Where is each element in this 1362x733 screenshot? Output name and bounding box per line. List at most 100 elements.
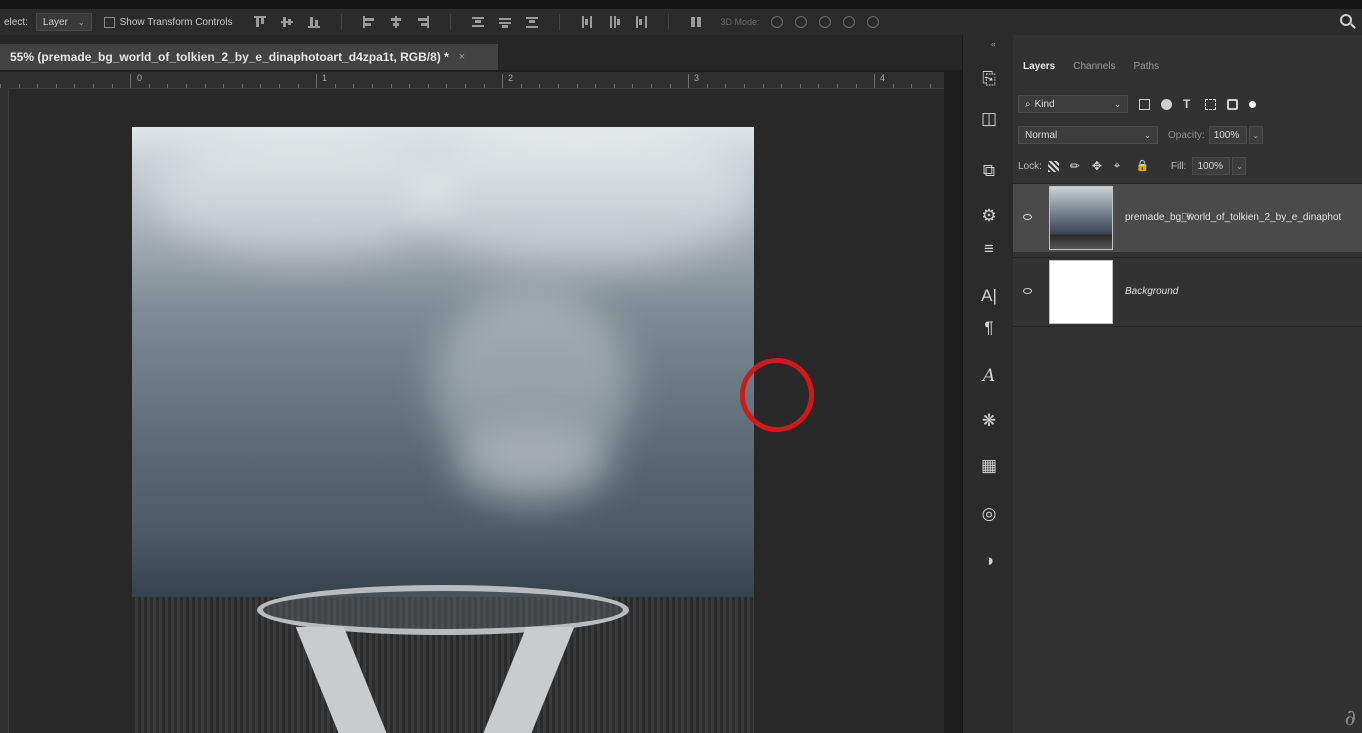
align-left-icon[interactable] [363, 16, 375, 28]
layer-row[interactable]: Background [1013, 257, 1362, 326]
align-right-icon[interactable] [417, 16, 430, 28]
ruler-tick [856, 84, 857, 88]
separator [668, 14, 670, 30]
lock-paint-icon[interactable]: ✏ [1070, 160, 1081, 172]
filter-kind-dropdown[interactable]: ⌕ Kind ⌄ [1018, 95, 1128, 113]
separator [341, 14, 343, 30]
layer-divider [1013, 326, 1362, 327]
hand-cursor-icon: ☞ [1181, 208, 1194, 224]
show-transform-checkbox[interactable] [103, 16, 115, 28]
fill-label: Fill: [1170, 160, 1187, 172]
filter-type-icon[interactable]: T [1183, 98, 1194, 110]
visibility-eye-icon[interactable] [1023, 214, 1032, 220]
orbit-3d-icon[interactable] [771, 16, 784, 28]
character-icon[interactable]: A| [978, 285, 1000, 307]
panel-tabs: Layers Channels Paths [1013, 52, 1362, 80]
visibility-eye-icon[interactable] [1023, 288, 1032, 294]
cc-libraries-icon[interactable]: ◎ [978, 503, 1000, 525]
ruler-tick [74, 84, 75, 88]
ruler-tick [335, 84, 336, 88]
chevron-down-icon: ⌄ [1114, 99, 1121, 109]
distribute-top-icon[interactable] [472, 16, 485, 28]
brush-settings-icon[interactable]: ⚙ [978, 205, 1000, 227]
opacity-input[interactable]: 100% [1208, 126, 1247, 144]
ruler-tick [930, 84, 931, 88]
grid-icon[interactable]: ▦ [978, 455, 1000, 477]
lock-label: Lock: [1018, 160, 1042, 172]
ruler-tick [539, 84, 540, 88]
lock-transparent-icon[interactable] [1047, 160, 1059, 172]
filter-toggle-icon[interactable] [1249, 100, 1256, 108]
opacity-chevron-icon[interactable]: ⌄ [1248, 126, 1263, 144]
ruler-tick [260, 84, 261, 88]
libraries-icon[interactable]: ⧉ [978, 160, 1000, 182]
distribute-bottom-icon[interactable] [526, 16, 539, 28]
ruler-tick [446, 84, 447, 88]
separator [450, 14, 452, 30]
document-tab[interactable]: 55% (premade_bg_world_of_tolkien_2_by_e_… [0, 44, 498, 70]
blend-mode-dropdown[interactable]: Normal ⌄ [1018, 126, 1158, 144]
watermark-logo: ∂ [1344, 706, 1356, 731]
distribute-right-icon[interactable] [635, 16, 648, 28]
collapse-icon[interactable]: « [991, 39, 996, 49]
tab-paths[interactable]: Paths [1134, 61, 1160, 72]
select-label: elect: [4, 16, 28, 28]
paragraph-icon[interactable]: ¶ [978, 317, 1000, 339]
ruler-tick [521, 84, 522, 88]
slide-3d-icon[interactable] [843, 16, 856, 28]
fill-input[interactable]: 100% [1192, 157, 1231, 175]
distribute-vcenter-icon[interactable] [499, 16, 512, 28]
ruler-tick [130, 74, 131, 88]
filter-pixel-icon[interactable] [1139, 98, 1150, 110]
ruler-tick [893, 84, 894, 88]
ruler-label: 2 [508, 73, 514, 83]
ruler-tick [595, 84, 596, 88]
lock-all-icon[interactable]: 🔒 [1136, 160, 1150, 172]
roll-3d-icon[interactable] [795, 16, 808, 28]
layer-row[interactable]: premade_bg_world_of_tolkien_2_by_e_dinap… [1013, 183, 1362, 252]
align-bottom-icon[interactable] [308, 16, 321, 28]
filter-adjustment-icon[interactable] [1161, 98, 1172, 110]
adjust-icon[interactable]: ≡ [978, 238, 1000, 260]
lock-position-icon[interactable]: ✥ [1092, 160, 1103, 172]
layer-name[interactable]: premade_bg_world_of_tolkien_2_by_e_dinap… [1125, 212, 1341, 223]
tab-channels[interactable]: Channels [1073, 61, 1115, 72]
ruler-tick [837, 84, 838, 88]
align-top-icon[interactable] [254, 16, 267, 28]
swatches-icon[interactable]: ❋ [978, 410, 1000, 432]
ruler-tick [670, 84, 671, 88]
pan-3d-icon[interactable] [819, 16, 832, 28]
fill-chevron-icon[interactable]: ⌄ [1232, 157, 1247, 175]
lock-row: Lock: ✏ ✥ ⌖ 🔒 Fill: 100% ⌄ [1018, 155, 1358, 177]
document-canvas-image[interactable] [132, 127, 754, 733]
ruler-tick [279, 84, 280, 88]
distribute-left-icon[interactable] [581, 16, 593, 28]
select-target-value: Layer [42, 16, 68, 28]
ruler-tick [112, 84, 113, 88]
layer-name[interactable]: Background [1125, 286, 1178, 297]
glyphs-icon[interactable]: A [978, 365, 1000, 387]
ruler-label: 1 [322, 73, 328, 83]
properties-icon[interactable]: ◫ [978, 108, 1000, 130]
ruler-tick [409, 84, 410, 88]
filter-smartobject-icon[interactable] [1227, 98, 1238, 110]
tab-layers[interactable]: Layers [1023, 61, 1055, 72]
lock-artboard-icon[interactable]: ⌖ [1114, 160, 1125, 172]
history-icon[interactable]: ⎘ [978, 68, 1000, 90]
search-icon[interactable] [1340, 14, 1352, 26]
options-bar: elect: Layer ⌄ Show Transform Controls 3… [0, 9, 1362, 35]
scale-3d-icon[interactable] [867, 16, 880, 28]
close-tab-icon[interactable]: × [459, 51, 465, 63]
auto-align-icon[interactable] [690, 16, 702, 28]
opacity-value: 100% [1213, 129, 1240, 141]
distribute-hcenter-icon[interactable] [608, 16, 621, 28]
align-hcenter-icon[interactable] [390, 16, 402, 28]
align-vcenter-icon[interactable] [281, 16, 294, 28]
ruler-label: 3 [694, 73, 700, 83]
ruler-tick [651, 84, 652, 88]
adjustments-icon[interactable]: ◑ [978, 550, 1000, 572]
ruler-tick [800, 84, 801, 88]
filter-shape-icon[interactable] [1205, 98, 1216, 110]
ruler-tick [707, 84, 708, 88]
select-target-dropdown[interactable]: Layer ⌄ [35, 13, 92, 31]
